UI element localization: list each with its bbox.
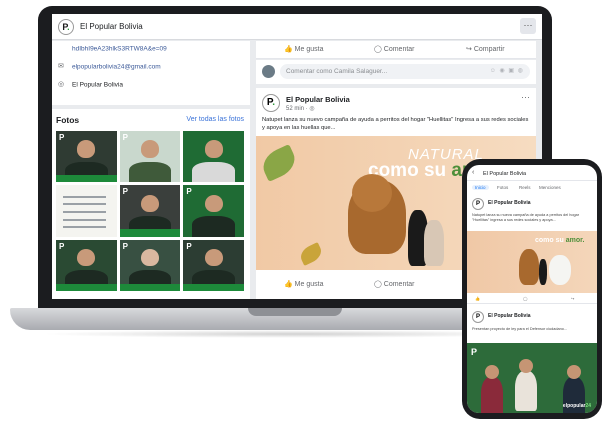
post-timestamp[interactable]: 52 min · ◎ bbox=[286, 105, 315, 112]
post-comment-label: Comentar bbox=[383, 281, 415, 288]
phone-post-author[interactable]: El Popular Bolivia bbox=[488, 200, 531, 206]
phone-ad-headline: como su amor. bbox=[535, 237, 584, 244]
comment-input[interactable]: Comentar como Camila Salaguer... ☺ ◉ ▣ ◍ bbox=[280, 64, 530, 79]
photo-thumbnail[interactable]: P bbox=[56, 239, 117, 291]
person-head bbox=[567, 365, 581, 379]
person-figure bbox=[515, 371, 537, 411]
share-button[interactable]: ↪ Compartir bbox=[466, 45, 505, 53]
photos-card: Fotos Ver todas las fotos P P P P P P P bbox=[52, 109, 250, 299]
comment-placeholder: Comentar como Camila Salaguer... bbox=[286, 68, 388, 75]
phone-post-text: Natupet lanza su nueva campaña de ayuda … bbox=[472, 213, 580, 222]
like-label: Me gusta bbox=[294, 46, 324, 53]
post-action-bar: 👍 Me gusta ◯ Comentar ↪ Compartir bbox=[256, 41, 536, 59]
post-author-avatar[interactable]: P. bbox=[262, 94, 280, 112]
messenger-row[interactable]: ◎ El Popular Bolivia bbox=[58, 81, 123, 89]
photo-thumbnail[interactable]: P bbox=[119, 185, 181, 237]
black-cat-figure bbox=[539, 259, 547, 285]
tab-menciones[interactable]: Menciones bbox=[539, 185, 561, 190]
tab-inicio[interactable]: Inicio bbox=[472, 185, 489, 190]
phone-post2-image[interactable]: P elpopular24 bbox=[467, 343, 597, 413]
comment-composer: Comentar como Camila Salaguer... ☺ ◉ ▣ ◍ bbox=[256, 60, 536, 84]
intro-card: hdIbhI9eA23hlkS3RTW8A&e=09 ✉ elpopularbol… bbox=[52, 41, 250, 105]
comment-label: Comentar bbox=[383, 46, 415, 53]
watermark-a: elpopular bbox=[562, 403, 586, 409]
page-header-bar: P. El Popular Bolivia ··· bbox=[52, 14, 542, 40]
like-button[interactable]: 👍 Me gusta bbox=[284, 45, 323, 53]
dog-head bbox=[352, 174, 392, 212]
phone-page-title: El Popular Bolivia bbox=[483, 171, 527, 177]
post-more-icon[interactable]: ··· bbox=[521, 92, 530, 102]
back-arrow-icon[interactable]: ‹ bbox=[472, 169, 474, 176]
tab-fotos[interactable]: Fotos bbox=[497, 185, 508, 190]
phone-tabs: Inicio Fotos Reels Menciones bbox=[467, 182, 597, 194]
photo-thumbnail[interactable]: P bbox=[119, 131, 181, 183]
website-link-row[interactable]: hdIbhI9eA23hlkS3RTW8A&e=09 bbox=[58, 45, 167, 53]
white-dog-figure bbox=[549, 255, 571, 285]
phone-header: ‹ El Popular Bolivia bbox=[467, 165, 597, 181]
phone-post2-avatar[interactable]: P bbox=[472, 311, 484, 323]
page-avatar[interactable]: P. bbox=[58, 19, 74, 35]
leaf-decoration bbox=[258, 144, 300, 182]
phone-post-actions: 👍 ◯ ↪ bbox=[467, 294, 597, 304]
user-avatar bbox=[262, 65, 275, 78]
photo-thumbnail[interactable]: P bbox=[183, 185, 244, 237]
photo-thumbnail[interactable] bbox=[56, 185, 117, 237]
leaf-decoration bbox=[297, 242, 325, 266]
emoji-icon[interactable]: ☺ ◉ ▣ ◍ bbox=[490, 64, 524, 79]
photo-thumbnail[interactable]: P bbox=[119, 239, 181, 291]
phone-ad-headline-main: como su bbox=[535, 237, 564, 244]
email-row[interactable]: ✉ elpopularbolivia24@gmail.com bbox=[58, 63, 161, 71]
phone-ad-headline-accent: amor. bbox=[565, 237, 585, 244]
photo-thumbnail[interactable]: P bbox=[56, 131, 117, 183]
dog-figure bbox=[519, 249, 539, 285]
watermark-b: 24 bbox=[585, 403, 591, 409]
email-link[interactable]: elpopularbolivia24@gmail.com bbox=[72, 64, 161, 71]
photo-thumbnail[interactable]: P bbox=[183, 239, 244, 291]
post-like-label: Me gusta bbox=[294, 281, 324, 288]
website-link[interactable]: hdIbhI9eA23hlkS3RTW8A&e=09 bbox=[72, 46, 167, 53]
phone-comment-icon[interactable]: ◯ bbox=[523, 296, 527, 301]
see-all-photos-link[interactable]: Ver todas las fotos bbox=[186, 116, 244, 123]
tab-reels[interactable]: Reels bbox=[519, 185, 531, 190]
phone-screen: ‹ El Popular Bolivia Inicio Fotos Reels … bbox=[467, 165, 597, 413]
phone-post-image[interactable]: como su amor. bbox=[467, 231, 597, 293]
tan-cat-figure bbox=[424, 220, 444, 266]
messenger-label: El Popular Bolivia bbox=[72, 81, 123, 89]
photo-grid: P P P P P P P bbox=[56, 131, 244, 291]
photo-thumbnail[interactable] bbox=[183, 131, 244, 183]
phone-like-icon[interactable]: 👍 bbox=[475, 296, 480, 301]
mail-icon: ✉ bbox=[58, 63, 64, 70]
photos-heading: Fotos bbox=[56, 115, 80, 125]
person-head bbox=[519, 359, 533, 373]
phone-share-icon[interactable]: ↪ bbox=[571, 296, 574, 301]
more-options-button[interactable]: ··· bbox=[520, 18, 536, 34]
laptop-notch bbox=[248, 308, 342, 316]
comment-button[interactable]: ◯ Comentar bbox=[374, 45, 415, 53]
post-author-name[interactable]: El Popular Bolivia bbox=[286, 95, 350, 104]
link-icon bbox=[58, 45, 66, 53]
phone-post2-author[interactable]: El Popular Bolivia bbox=[488, 313, 531, 319]
watermark: elpopular24 bbox=[563, 403, 591, 409]
page-title[interactable]: El Popular Bolivia bbox=[80, 22, 143, 31]
post-like-button[interactable]: 👍 Me gusta bbox=[284, 280, 323, 288]
messenger-icon: ◎ bbox=[58, 81, 65, 88]
post-comment-button[interactable]: ◯ Comentar bbox=[374, 280, 415, 288]
phone-post2-text: Presentan proyecto de ley para el Defens… bbox=[472, 327, 567, 331]
phone-post-avatar[interactable]: P bbox=[472, 198, 484, 210]
brand-logo: P bbox=[471, 347, 478, 357]
share-label: Compartir bbox=[473, 46, 505, 53]
person-head bbox=[485, 365, 499, 379]
post-text: Natupet lanza su nuevo campaña de ayuda … bbox=[262, 117, 529, 131]
person-figure bbox=[481, 377, 503, 413]
